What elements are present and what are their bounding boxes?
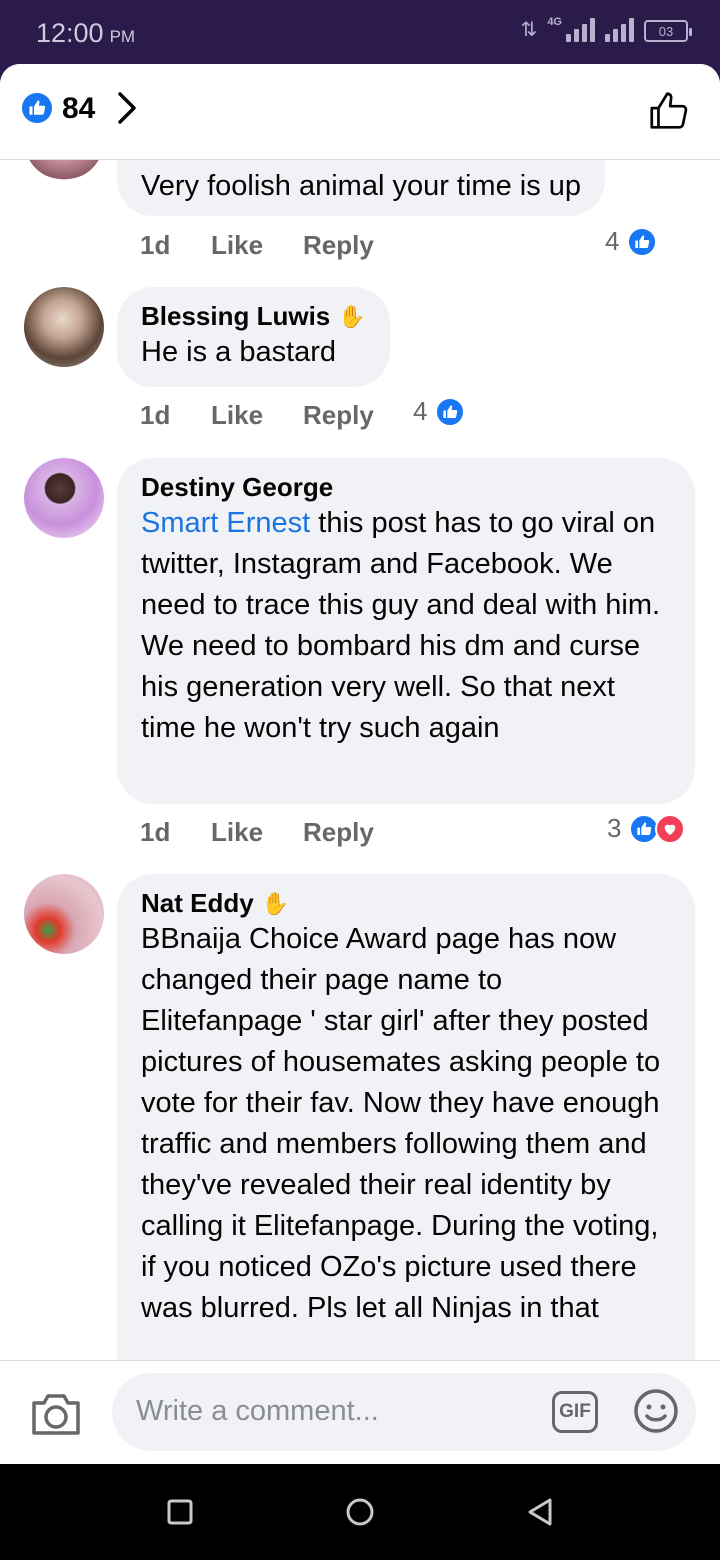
chevron-right-icon[interactable] xyxy=(116,90,138,135)
like-reaction-icon xyxy=(627,226,658,257)
mention-link[interactable]: Smart Ernest xyxy=(141,507,310,539)
signal-icon xyxy=(566,16,595,42)
comment-bubble[interactable]: Nat Eddy ✋ BBnaija Choice Award page has … xyxy=(117,874,695,1360)
comment-reactions[interactable]: 3 xyxy=(607,813,686,844)
comment-composer: Write a comment... GIF xyxy=(0,1360,720,1464)
like-post-button[interactable] xyxy=(646,88,692,134)
signal-icon-2 xyxy=(605,16,634,42)
reply-button[interactable]: Reply xyxy=(303,817,413,848)
comment-placeholder: Write a comment... xyxy=(136,1395,379,1427)
comment-time: 1d xyxy=(140,400,171,430)
like-button[interactable]: Like xyxy=(211,817,303,848)
back-button[interactable] xyxy=(520,1492,560,1532)
like-reaction-icon xyxy=(22,93,52,123)
comment-reactions[interactable]: 4 xyxy=(605,226,658,257)
reaction-count[interactable]: 84 xyxy=(62,92,95,126)
recents-button[interactable] xyxy=(160,1492,200,1532)
comment-bubble[interactable]: Blessing Luwis ✋ He is a bastard xyxy=(117,287,390,387)
status-bar: 12:00 PM ⇅ 4G 03 xyxy=(0,0,720,66)
commenter-name[interactable]: Nat Eddy ✋ xyxy=(141,888,671,919)
gif-button[interactable]: GIF xyxy=(552,1391,598,1433)
reactions-header[interactable]: 84 xyxy=(0,64,720,160)
like-reaction-icon xyxy=(435,396,466,427)
commenter-name[interactable]: Blessing Luwis ✋ xyxy=(141,301,366,332)
like-button[interactable]: Like xyxy=(211,230,303,261)
like-button[interactable]: Like xyxy=(211,400,303,431)
battery-icon: 03 xyxy=(644,20,692,42)
comment-text: Very foolish animal your time is up xyxy=(141,170,582,202)
reaction-count: 4 xyxy=(413,396,428,426)
home-button[interactable] xyxy=(340,1492,380,1532)
comment-actions: 1d Like Reply xyxy=(140,400,413,431)
avatar[interactable] xyxy=(24,287,104,367)
data-transfer-icon: ⇅ xyxy=(520,19,538,41)
comment-bubble[interactable]: Destiny George Smart Ernest this post ha… xyxy=(117,458,695,804)
waving-hand-icon: ✋ xyxy=(338,303,366,329)
avatar[interactable] xyxy=(24,160,104,180)
comment-list: Very foolish animal your time is up 1d L… xyxy=(0,160,720,1360)
commenter-name[interactable]: Destiny George xyxy=(141,472,671,503)
comment-input[interactable]: Write a comment... GIF xyxy=(112,1373,696,1451)
comment-time: 1d xyxy=(140,230,171,260)
comment-actions: 1d Like Reply xyxy=(140,230,413,261)
camera-icon[interactable] xyxy=(30,1391,82,1437)
emoji-icon[interactable] xyxy=(632,1387,680,1435)
reaction-count: 4 xyxy=(605,226,620,256)
love-reaction-icon xyxy=(655,813,686,844)
reply-button[interactable]: Reply xyxy=(303,400,413,431)
comment-bubble[interactable]: Very foolish animal your time is up xyxy=(117,160,606,216)
reaction-count: 3 xyxy=(607,813,622,843)
comment-text: BBnaija Choice Award page has now change… xyxy=(141,923,661,1324)
waving-hand-icon: ✋ xyxy=(261,890,290,916)
comments-sheet: 84 Very foolish animal your time is up 1… xyxy=(0,64,720,1464)
comment-text: Smart Ernest this post has to go viral o… xyxy=(141,507,661,744)
network-type-label: 4G xyxy=(547,16,562,28)
status-icons: ⇅ 4G 03 xyxy=(520,16,692,42)
reply-button[interactable]: Reply xyxy=(303,230,413,261)
comment-time: 1d xyxy=(140,817,171,847)
system-navigation-bar xyxy=(0,1464,720,1560)
avatar[interactable] xyxy=(24,874,104,954)
comment-actions: 1d Like Reply xyxy=(140,817,413,848)
comment-text: He is a bastard xyxy=(141,336,337,368)
avatar[interactable] xyxy=(24,458,104,538)
status-time: 12:00 PM xyxy=(36,18,136,48)
comment-reactions[interactable]: 4 xyxy=(413,396,466,427)
